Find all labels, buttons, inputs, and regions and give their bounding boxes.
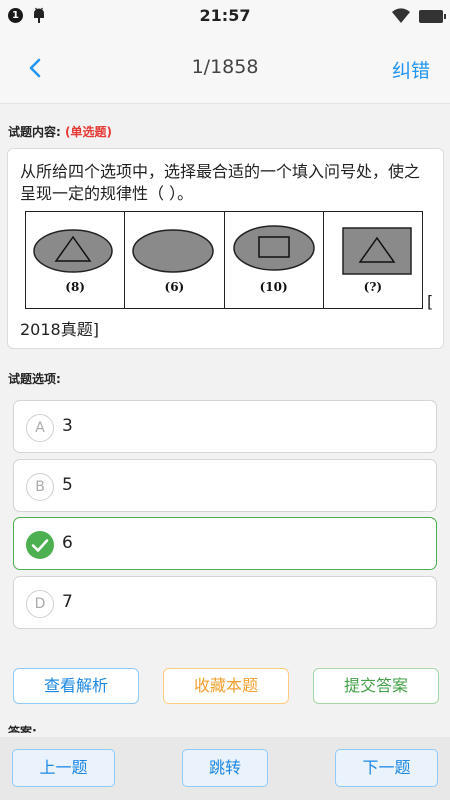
question-type-badge: (单选题) [65, 125, 112, 139]
option-a[interactable]: A 3 [13, 400, 437, 453]
question-content-label: 试题内容: (单选题) [8, 123, 112, 140]
battery-icon [419, 10, 446, 23]
bottom-nav: 上一题 跳转 下一题 [0, 737, 450, 800]
question-counter: 1/1858 [191, 56, 259, 78]
options-label: 试题选项: [8, 372, 61, 386]
status-bar: 1 21:57 [0, 0, 450, 32]
favorite-button[interactable]: 收藏本题 [163, 668, 289, 704]
check-circle-icon [26, 531, 54, 559]
status-time: 21:57 [199, 6, 251, 25]
figure-caption: (8) [65, 280, 85, 294]
option-value: 5 [62, 475, 73, 495]
report-error-button[interactable]: 纠错 [392, 56, 430, 83]
option-letter: B [26, 473, 54, 501]
question-figure: (8) (6) (10) (?) [25, 211, 423, 309]
jump-button[interactable]: 跳转 [182, 749, 268, 787]
option-letter: D [26, 590, 54, 618]
action-row: 查看解析 收藏本题 提交答案 [0, 656, 450, 716]
next-question-button[interactable]: 下一题 [335, 749, 438, 787]
nav-bar: 1/1858 纠错 [0, 32, 450, 104]
figure-cell-1: (8) [26, 212, 126, 308]
question-card: 从所给四个选项中，选择最合适的一个填入问号处，使之呈现一定的规律性（ ）。 (8… [7, 148, 444, 349]
figure-cell-3: (10) [225, 212, 324, 308]
source-bracket: [ [427, 292, 434, 311]
option-letter: A [26, 414, 54, 442]
submit-answer-button[interactable]: 提交答案 [313, 668, 439, 704]
question-text: 从所给四个选项中，选择最合适的一个填入问号处，使之呈现一定的规律性（ ）。 [20, 162, 421, 203]
option-c[interactable]: 6 [13, 517, 437, 570]
figure-caption: (10) [259, 280, 288, 294]
wifi-icon [392, 8, 410, 23]
figure-cell-4: (?) [324, 212, 422, 308]
option-value: 7 [62, 592, 73, 612]
view-analysis-button[interactable]: 查看解析 [13, 668, 139, 704]
option-d[interactable]: D 7 [13, 576, 437, 629]
question-source: 2018真题] [20, 320, 99, 339]
figure-caption: (6) [164, 280, 185, 294]
option-value: 6 [62, 533, 73, 553]
prev-question-button[interactable]: 上一题 [12, 749, 115, 787]
option-value: 3 [62, 416, 73, 436]
figure-caption: (?) [363, 280, 383, 294]
figure-cell-2: (6) [125, 212, 225, 308]
question-content-label-text: 试题内容: [8, 125, 61, 139]
answer-label: 答案: [8, 725, 37, 733]
option-b[interactable]: B 5 [13, 459, 437, 512]
